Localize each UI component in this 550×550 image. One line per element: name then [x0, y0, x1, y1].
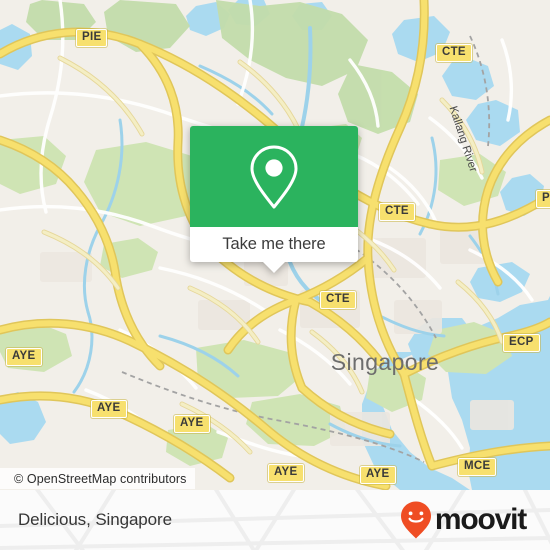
- highway-shield-aye: AYE: [174, 415, 210, 433]
- highway-shield-cte: CTE: [436, 44, 472, 62]
- callout-icon-panel: [190, 126, 358, 227]
- place-name-label: Delicious, Singapore: [18, 510, 172, 529]
- highway-shield-aye: AYE: [360, 466, 396, 484]
- highway-shield-cte: CTE: [320, 291, 356, 309]
- highway-shield-aye: AYE: [6, 348, 42, 366]
- take-me-there-callout[interactable]: Take me there: [190, 126, 358, 273]
- highway-shield-pie: PIE: [76, 29, 108, 47]
- highway-shield-mce: MCE: [458, 458, 497, 476]
- moovit-wordmark: moovit: [434, 503, 527, 536]
- callout-pointer: [262, 261, 286, 273]
- moovit-logo[interactable]: moovit: [399, 500, 527, 540]
- highway-shield-pie: PIE: [536, 190, 550, 208]
- osm-attribution[interactable]: © OpenStreetMap contributors: [0, 468, 195, 489]
- take-me-there-label[interactable]: Take me there: [190, 227, 358, 262]
- highway-shield-ecp: ECP: [503, 334, 540, 352]
- footer-bar: Delicious, Singapore moovit: [0, 490, 550, 550]
- moovit-place-map-screen: Singapore Kallang River PIECTEPIECTECTEE…: [0, 0, 550, 550]
- moovit-smiley-pin-icon: [400, 501, 431, 539]
- map-pin-icon: [250, 145, 298, 208]
- highway-shield-aye: AYE: [268, 464, 304, 482]
- highway-shield-aye: AYE: [91, 400, 127, 418]
- highway-shield-cte: CTE: [379, 203, 415, 221]
